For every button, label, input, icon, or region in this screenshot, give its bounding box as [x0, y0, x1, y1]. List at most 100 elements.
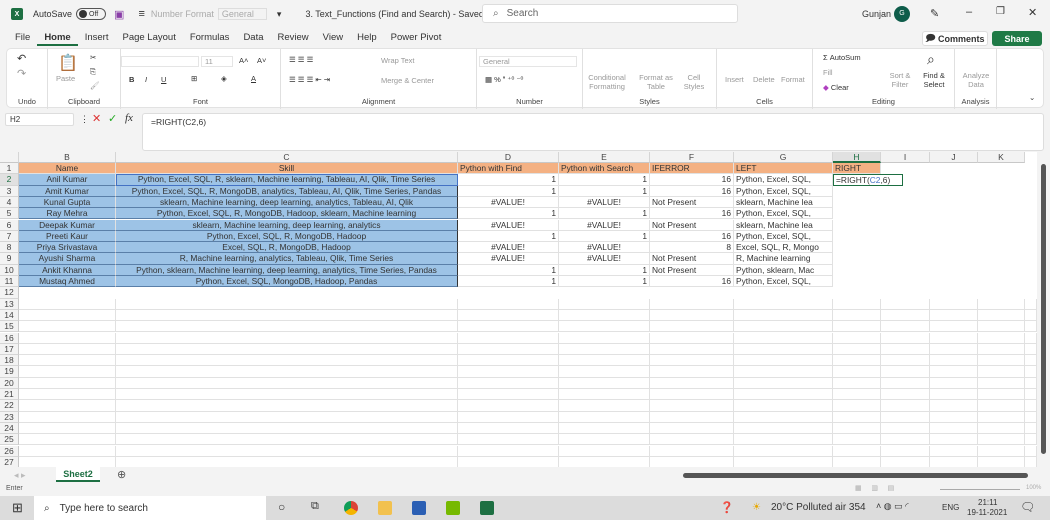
tab-home[interactable]: Home — [37, 30, 78, 46]
table-cell[interactable]: Python, Excel, SQL, R, MongoDB, Hadoop, … — [116, 208, 458, 220]
table-cell[interactable]: 16 — [650, 208, 734, 220]
empty-cell[interactable] — [833, 332, 881, 344]
table-cell[interactable]: Mustaq Ahmed — [19, 276, 116, 288]
empty-cell[interactable] — [1025, 343, 1037, 356]
paste-icon[interactable]: 📋 — [58, 53, 78, 73]
empty-cell[interactable] — [978, 343, 1025, 356]
empty-cell[interactable] — [833, 411, 881, 423]
table-cell[interactable]: 16 — [650, 230, 734, 243]
column-header-c[interactable]: C — [116, 152, 458, 163]
empty-cell[interactable] — [833, 355, 881, 367]
tab-formulas[interactable]: Formulas — [183, 30, 237, 46]
empty-cell[interactable] — [19, 332, 116, 344]
table-cell[interactable]: Python, sklearn, Mac — [734, 264, 833, 276]
close-icon[interactable]: ✕ — [1028, 6, 1037, 19]
table-cell[interactable]: Not Present — [650, 264, 734, 276]
align-left-icon[interactable]: ☰ ☰ ☰ ⇤ ⇥ — [289, 75, 330, 84]
empty-cell[interactable] — [978, 355, 1025, 367]
row-header-27[interactable]: 27 — [0, 456, 19, 467]
empty-cell[interactable] — [116, 389, 458, 401]
empty-cell[interactable] — [833, 400, 881, 412]
empty-cell[interactable] — [1025, 422, 1037, 435]
tab-insert[interactable]: Insert — [78, 30, 116, 46]
row-header-1[interactable]: 1 — [0, 163, 19, 175]
save-icon[interactable]: ▣ — [114, 8, 124, 21]
empty-cell[interactable] — [833, 309, 881, 322]
collapse-ribbon-icon[interactable]: ⌄ — [1029, 93, 1035, 102]
empty-cell[interactable] — [559, 377, 650, 389]
table-cell[interactable]: #VALUE! — [458, 219, 559, 231]
currency-percent-comma-icon[interactable]: ▦ % ❜ ⁺⁰ ⁻⁰ — [485, 75, 523, 84]
worksheet-grid[interactable]: B C D E F G H I J K 1 2 3 4 5 6 7 8 9 10 11 12 13 14 15 16 17 18 19 2… — [0, 152, 1037, 467]
empty-cell[interactable] — [1025, 434, 1037, 446]
table-cell[interactable]: Kunal Gupta — [19, 196, 116, 209]
fill-color-icon[interactable]: ◈ — [221, 74, 227, 83]
table-cell[interactable]: #VALUE! — [559, 196, 650, 209]
table-cell[interactable]: 1 — [559, 230, 650, 243]
enter-icon[interactable]: ✓ — [108, 112, 117, 125]
empty-cell[interactable] — [930, 389, 978, 401]
empty-cell[interactable] — [19, 445, 116, 457]
font-name-select[interactable] — [121, 56, 199, 67]
empty-cell[interactable] — [19, 355, 116, 367]
empty-cell[interactable] — [1025, 355, 1037, 367]
tab-power-pivot[interactable]: Power Pivot — [384, 30, 449, 46]
table-cell[interactable]: Not Present — [650, 253, 734, 265]
empty-cell[interactable] — [19, 309, 116, 322]
bold-icon[interactable]: B — [129, 75, 134, 84]
empty-cell[interactable] — [19, 400, 116, 412]
empty-cell[interactable] — [734, 456, 833, 467]
table-cell[interactable]: Python, Excel, SQL, — [734, 185, 833, 197]
zoom-slider[interactable] — [940, 489, 1020, 490]
zoom-level[interactable]: 100% — [1026, 485, 1041, 491]
empty-cell[interactable] — [559, 343, 650, 356]
table-cell[interactable]: R, Machine learning, analytics, Tableau,… — [116, 253, 458, 265]
add-sheet-icon[interactable]: ⊕ — [117, 468, 126, 481]
redo-icon[interactable]: ↷ — [17, 67, 26, 80]
table-cell[interactable]: 1 — [559, 208, 650, 220]
row-header-12[interactable]: 12 — [0, 287, 19, 299]
empty-cell[interactable] — [458, 332, 559, 344]
format-painter-icon[interactable]: 🖌 — [90, 81, 100, 90]
empty-cell[interactable] — [978, 389, 1025, 401]
align-icon[interactable]: ≡ — [138, 8, 144, 20]
empty-cell[interactable] — [559, 321, 650, 333]
clear-button[interactable]: ◆ Clear — [823, 83, 849, 92]
empty-cell[interactable] — [881, 422, 930, 435]
empty-cell[interactable] — [458, 434, 559, 446]
column-header-f[interactable]: F — [650, 152, 734, 163]
empty-cell[interactable] — [978, 445, 1025, 457]
table-cell[interactable]: Deepak Kumar — [19, 219, 116, 231]
empty-cell[interactable] — [1025, 298, 1037, 310]
row-header-14[interactable]: 14 — [0, 309, 19, 322]
vertical-scrollbar[interactable] — [1037, 152, 1050, 467]
table-cell[interactable]: 1 — [458, 208, 559, 220]
avatar[interactable]: G — [894, 6, 910, 22]
formula-input[interactable]: =RIGHT(C2,6) — [142, 113, 1044, 151]
empty-cell[interactable] — [1025, 377, 1037, 389]
table-cell[interactable]: Ray Mehra — [19, 208, 116, 220]
empty-cell[interactable] — [833, 321, 881, 333]
empty-cell[interactable] — [1025, 445, 1037, 457]
empty-cell[interactable] — [458, 400, 559, 412]
row-header-10[interactable]: 10 — [0, 264, 19, 276]
insert-button[interactable]: Insert — [725, 75, 744, 84]
table-cell[interactable]: sklearn, Machine lea — [734, 219, 833, 231]
empty-cell[interactable] — [930, 411, 978, 423]
font-color-icon[interactable]: A — [251, 74, 256, 83]
row-header-8[interactable]: 8 — [0, 242, 19, 254]
empty-cell[interactable] — [734, 355, 833, 367]
row-header-16[interactable]: 16 — [0, 332, 19, 344]
table-cell[interactable]: 1 — [458, 174, 559, 186]
empty-cell[interactable] — [559, 434, 650, 446]
row-header-15[interactable]: 15 — [0, 321, 19, 333]
row-header-24[interactable]: 24 — [0, 422, 19, 435]
table-cell[interactable]: 1 — [559, 185, 650, 197]
row-header-26[interactable]: 26 — [0, 445, 19, 457]
borders-icon[interactable]: ⊞ — [191, 74, 197, 83]
header-cell[interactable]: Skill — [116, 163, 458, 175]
empty-cell[interactable] — [881, 456, 930, 467]
empty-cell[interactable] — [559, 366, 650, 378]
empty-cell[interactable] — [881, 309, 930, 322]
empty-cell[interactable] — [881, 366, 930, 378]
